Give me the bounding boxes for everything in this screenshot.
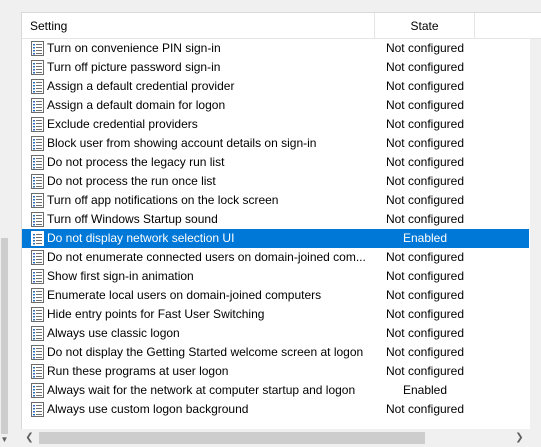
- setting-state: Not configured: [385, 117, 465, 131]
- table-row[interactable]: Do not process the run once list Not conf…: [22, 172, 529, 191]
- policy-setting-icon: [31, 155, 44, 170]
- policy-setting-icon: [31, 212, 44, 227]
- policy-setting-icon: [31, 117, 44, 132]
- policy-setting-icon: [31, 41, 44, 56]
- scroll-right-arrow-icon[interactable]: ❯: [511, 429, 528, 447]
- setting-name: Turn on convenience PIN sign-in: [47, 41, 221, 55]
- table-row[interactable]: Exclude credential providers Not configur…: [22, 115, 529, 134]
- setting-state: Not configured: [385, 250, 465, 264]
- settings-rows: Turn on convenience PIN sign-in Not confi…: [22, 39, 529, 419]
- policy-setting-icon: [31, 193, 44, 208]
- setting-name: Block user from showing account details …: [47, 136, 317, 150]
- setting-name: Do not enumerate connected users on doma…: [47, 250, 366, 264]
- setting-state: Not configured: [385, 269, 465, 283]
- column-header: Setting State: [22, 13, 541, 39]
- setting-name: Do not process the run once list: [47, 174, 216, 188]
- policy-setting-icon: [31, 288, 44, 303]
- setting-state: Not configured: [385, 155, 465, 169]
- setting-state: Not configured: [385, 193, 465, 207]
- setting-state: Not configured: [385, 307, 465, 321]
- table-row[interactable]: Turn off app notifications on the lock s…: [22, 191, 529, 210]
- setting-name: Run these programs at user logon: [47, 364, 229, 378]
- table-row[interactable]: Turn off Windows Startup sound Not config…: [22, 210, 529, 229]
- setting-state: Enabled: [402, 383, 448, 397]
- table-row[interactable]: Block user from showing account details …: [22, 134, 529, 153]
- table-row[interactable]: Assign a default credential provider Not …: [22, 77, 529, 96]
- setting-state: Not configured: [385, 79, 465, 93]
- table-row[interactable]: Enumerate local users on domain-joined c…: [22, 286, 529, 305]
- table-row[interactable]: Assign a default domain for logon Not con…: [22, 96, 529, 115]
- settings-list[interactable]: Setting State Turn on convenience PIN si…: [21, 12, 541, 429]
- setting-name: Turn off picture password sign-in: [47, 60, 221, 74]
- table-row[interactable]: Always use classic logon Not configured: [22, 324, 529, 343]
- left-pane-scrollbar[interactable]: ▼: [0, 0, 9, 447]
- table-row[interactable]: Do not enumerate connected users on doma…: [22, 248, 529, 267]
- policy-setting-icon: [31, 383, 44, 398]
- setting-name: Always use custom logon background: [47, 402, 249, 416]
- table-row[interactable]: Do not process the legacy run list Not co…: [22, 153, 529, 172]
- setting-name: Assign a default credential provider: [47, 79, 235, 93]
- policy-setting-icon: [31, 307, 44, 322]
- policy-setting-icon: [31, 60, 44, 75]
- setting-state: Not configured: [385, 326, 465, 340]
- scroll-left-arrow-icon[interactable]: ❮: [21, 429, 38, 447]
- policy-setting-icon: [31, 269, 44, 284]
- setting-name: Do not process the legacy run list: [47, 155, 225, 169]
- policy-setting-icon: [31, 345, 44, 360]
- policy-setting-icon: [31, 326, 44, 341]
- left-pane-scrollbar-thumb[interactable]: [1, 238, 8, 434]
- policy-setting-icon: [31, 250, 44, 265]
- table-row[interactable]: Always wait for the network at computer …: [22, 381, 529, 400]
- setting-name: Show first sign-in animation: [47, 269, 194, 283]
- vertical-scrollbar-track[interactable]: [530, 39, 541, 429]
- policy-setting-icon: [31, 231, 44, 246]
- table-row[interactable]: Turn off picture password sign-in Not con…: [22, 58, 529, 77]
- setting-name: Turn off app notifications on the lock s…: [47, 193, 279, 207]
- horizontal-scrollbar[interactable]: ❮ ❯: [21, 429, 541, 447]
- policy-setting-icon: [31, 174, 44, 189]
- setting-state: Not configured: [385, 288, 465, 302]
- policy-setting-icon: [31, 402, 44, 417]
- table-row[interactable]: Do not display the Getting Started welco…: [22, 343, 529, 362]
- policy-setting-icon: [31, 98, 44, 113]
- table-row[interactable]: Do not display network selection UI Enabl…: [22, 229, 529, 248]
- setting-name: Exclude credential providers: [47, 117, 198, 131]
- setting-state: Not configured: [385, 98, 465, 112]
- setting-state: Not configured: [385, 41, 465, 55]
- left-pane-scroll-down-icon[interactable]: ▼: [0, 433, 9, 447]
- setting-name: Always use classic logon: [47, 326, 180, 340]
- column-header-state[interactable]: State: [375, 13, 475, 39]
- setting-name: Assign a default domain for logon: [47, 98, 226, 112]
- column-header-setting[interactable]: Setting: [22, 13, 375, 39]
- setting-state: Not configured: [385, 402, 465, 416]
- setting-state: Enabled: [402, 231, 448, 245]
- setting-name: Enumerate local users on domain-joined c…: [47, 288, 322, 302]
- setting-name: Turn off Windows Startup sound: [47, 212, 218, 226]
- policy-setting-icon: [31, 364, 44, 379]
- setting-name: Do not display network selection UI: [47, 231, 235, 245]
- setting-name: Always wait for the network at computer …: [47, 383, 356, 397]
- setting-name: Do not display the Getting Started welco…: [47, 345, 364, 359]
- table-row[interactable]: Turn on convenience PIN sign-in Not confi…: [22, 39, 529, 58]
- policy-setting-icon: [31, 136, 44, 151]
- setting-state: Not configured: [385, 212, 465, 226]
- setting-state: Not configured: [385, 345, 465, 359]
- table-row[interactable]: Always use custom logon background Not co…: [22, 400, 529, 419]
- table-row[interactable]: Run these programs at user logon Not conf…: [22, 362, 529, 381]
- policy-setting-icon: [31, 79, 44, 94]
- setting-state: Not configured: [385, 364, 465, 378]
- horizontal-scrollbar-thumb[interactable]: [39, 432, 425, 444]
- table-row[interactable]: Show first sign-in animation Not configur…: [22, 267, 529, 286]
- setting-state: Not configured: [385, 174, 465, 188]
- setting-state: Not configured: [385, 136, 465, 150]
- table-row[interactable]: Hide entry points for Fast User Switchin…: [22, 305, 529, 324]
- setting-state: Not configured: [385, 60, 465, 74]
- setting-name: Hide entry points for Fast User Switchin…: [47, 307, 265, 321]
